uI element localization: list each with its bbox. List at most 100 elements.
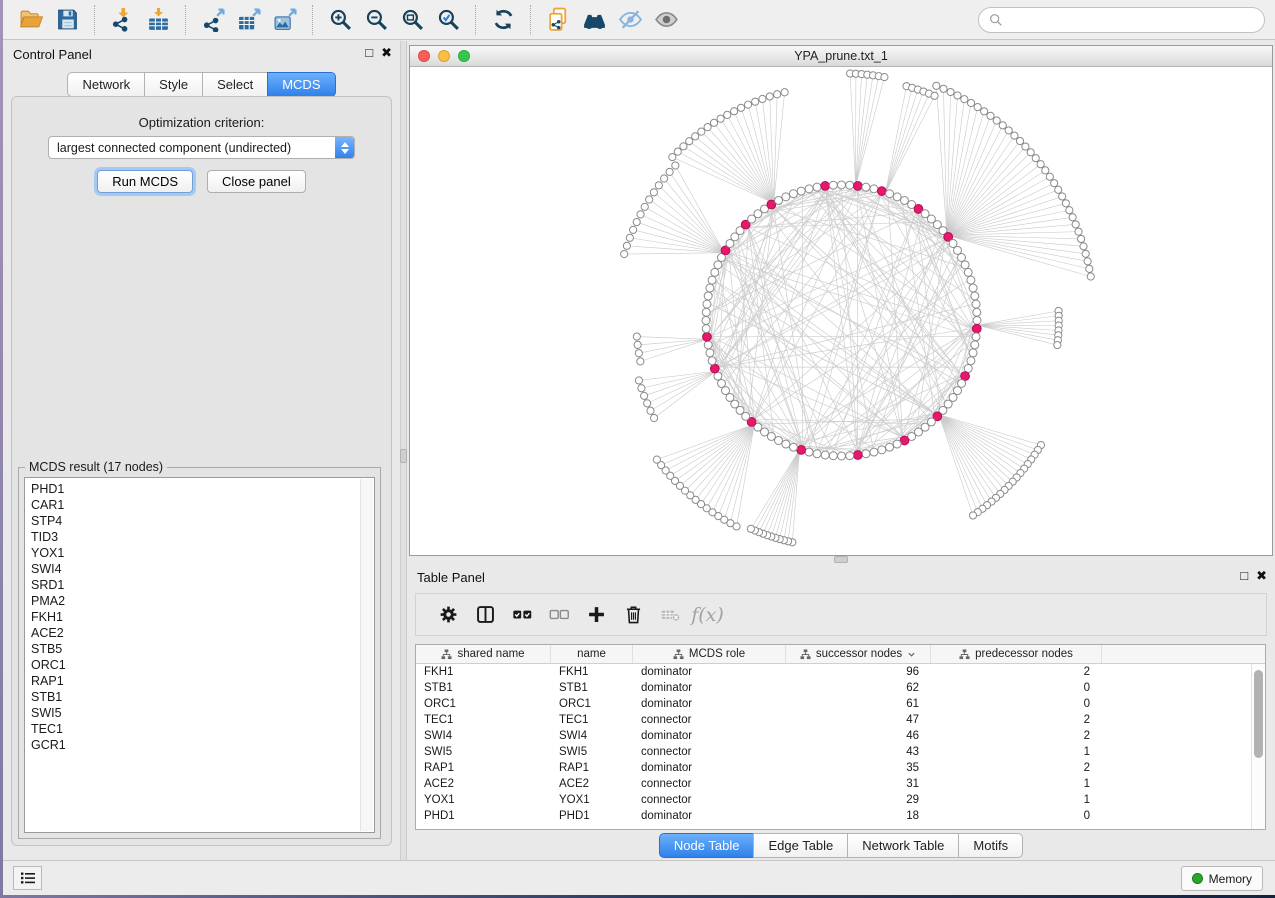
search-input[interactable] — [1009, 13, 1255, 27]
splitter-handle[interactable] — [400, 449, 407, 463]
close-icon[interactable]: ✖ — [381, 45, 392, 61]
save-button[interactable] — [49, 4, 85, 36]
mcds-result-item[interactable]: STB5 — [31, 641, 374, 657]
sort-chevron-icon[interactable] — [907, 650, 916, 659]
select-all-icon — [512, 604, 533, 625]
table-cell: TEC1 — [551, 714, 633, 726]
vertical-splitter[interactable] — [400, 41, 407, 860]
run-mcds-button[interactable]: Run MCDS — [97, 170, 193, 193]
mcds-result-item[interactable]: TEC1 — [31, 721, 374, 737]
mcds-result-item[interactable]: ORC1 — [31, 657, 374, 673]
import-network-button[interactable] — [104, 4, 140, 36]
column-header-shared-name[interactable]: shared name — [416, 645, 551, 663]
mcds-result-item[interactable]: PHD1 — [31, 481, 374, 497]
float-icon[interactable]: □ — [1240, 568, 1248, 584]
table-row[interactable]: ACE2ACE2connector311 — [416, 776, 1265, 792]
column-header-predecessor-nodes[interactable]: predecessor nodes — [931, 645, 1102, 663]
mcds-result-list[interactable]: PHD1CAR1STP4TID3YOX1SWI4SRD1PMA2FKH1ACE2… — [24, 477, 375, 833]
import-table-button[interactable] — [140, 4, 176, 36]
tab-style[interactable]: Style — [144, 72, 203, 97]
float-icon[interactable]: □ — [365, 45, 373, 61]
table-row[interactable]: STB1STB1dominator620 — [416, 680, 1265, 696]
table-disabled-button — [652, 598, 689, 632]
zoom-selected-button[interactable] — [430, 4, 466, 36]
task-history-button[interactable] — [13, 866, 42, 890]
tab-motifs[interactable]: Motifs — [958, 833, 1023, 858]
table-cell: dominator — [633, 682, 786, 694]
table-cell: PHD1 — [551, 810, 633, 822]
select-all-button[interactable] — [504, 598, 541, 632]
binoculars-button[interactable] — [576, 4, 612, 36]
criterion-select[interactable]: largest connected component (undirected) — [48, 136, 355, 159]
add-button[interactable] — [578, 598, 615, 632]
mcds-result-item[interactable]: STP4 — [31, 513, 374, 529]
tab-network[interactable]: Network — [67, 72, 145, 97]
export-table-button[interactable] — [231, 4, 267, 36]
delete-button[interactable] — [615, 598, 652, 632]
search-field[interactable] — [978, 7, 1265, 33]
tab-network-table[interactable]: Network Table — [847, 833, 959, 858]
network-canvas[interactable] — [410, 68, 1272, 555]
close-panel-button[interactable]: Close panel — [207, 170, 306, 193]
table-row[interactable]: PHD1PHD1dominator180 — [416, 808, 1265, 824]
mcds-result-item[interactable]: FKH1 — [31, 609, 374, 625]
tab-edge-table[interactable]: Edge Table — [753, 833, 848, 858]
mcds-result-item[interactable]: RAP1 — [31, 673, 374, 689]
horizontal-splitter[interactable] — [407, 556, 1275, 564]
open-folder-button[interactable] — [13, 4, 49, 36]
column-header-MCDS-role[interactable]: MCDS role — [633, 645, 786, 663]
tab-mcds[interactable]: MCDS — [267, 72, 335, 97]
tab-node-table[interactable]: Node Table — [659, 833, 755, 858]
mcds-result-item[interactable]: PMA2 — [31, 593, 374, 609]
table-row[interactable]: RAP1RAP1dominator352 — [416, 760, 1265, 776]
column-header-successor-nodes[interactable]: successor nodes — [786, 645, 931, 663]
mcds-result-item[interactable]: ACE2 — [31, 625, 374, 641]
tab-select[interactable]: Select — [202, 72, 268, 97]
mcds-result-item[interactable]: SWI5 — [31, 705, 374, 721]
mcds-result-item[interactable]: GCR1 — [31, 737, 374, 753]
table-cell: 31 — [786, 778, 931, 790]
mcds-result-item[interactable]: YOX1 — [31, 545, 374, 561]
columns-button[interactable] — [467, 598, 504, 632]
table-row[interactable]: YOX1YOX1connector291 — [416, 792, 1265, 808]
show-all-button[interactable] — [648, 4, 684, 36]
table-row[interactable]: TEC1TEC1connector472 — [416, 712, 1265, 728]
gear-button[interactable] — [430, 598, 467, 632]
table-row[interactable]: ORC1ORC1dominator610 — [416, 696, 1265, 712]
zoom-in-button[interactable] — [322, 4, 358, 36]
list-scrollbar-track[interactable] — [360, 479, 373, 831]
column-header-name[interactable]: name — [551, 645, 633, 663]
attribute-type-icon — [800, 649, 811, 660]
node-table[interactable]: shared namenameMCDS rolesuccessor nodesp… — [415, 644, 1266, 830]
open-folder-icon — [19, 7, 44, 32]
copy-share-button[interactable] — [540, 4, 576, 36]
table-cell: 61 — [786, 698, 931, 710]
close-icon[interactable]: ✖ — [1256, 568, 1267, 584]
splitter-handle[interactable] — [834, 556, 848, 563]
mcds-result-item[interactable]: SWI4 — [31, 561, 374, 577]
columns-icon — [475, 604, 496, 625]
mcds-result-item[interactable]: CAR1 — [31, 497, 374, 513]
workspace-area: YPA_prune.txt_1 Table Panel □ ✖ f(x) sha… — [407, 41, 1275, 860]
table-row[interactable]: SWI4SWI4dominator462 — [416, 728, 1265, 744]
deselect-all-button[interactable] — [541, 598, 578, 632]
zoom-out-button[interactable] — [358, 4, 394, 36]
toolbar-separator — [185, 5, 186, 35]
export-image-button[interactable] — [267, 4, 303, 36]
table-scrollbar[interactable] — [1251, 664, 1265, 829]
hide-selected-button[interactable] — [612, 4, 648, 36]
mcds-result-item[interactable]: SRD1 — [31, 577, 374, 593]
mcds-result-item[interactable]: STB1 — [31, 689, 374, 705]
scrollbar-thumb[interactable] — [1254, 670, 1263, 758]
zoom-fit-button[interactable] — [394, 4, 430, 36]
table-row[interactable]: SWI5SWI5connector431 — [416, 744, 1265, 760]
refresh-button[interactable] — [485, 4, 521, 36]
table-toolbar: f(x) — [415, 593, 1267, 636]
table-row[interactable]: FKH1FKH1dominator962 — [416, 664, 1265, 680]
save-icon — [55, 7, 80, 32]
memory-button[interactable]: Memory — [1181, 866, 1263, 891]
export-network-button[interactable] — [195, 4, 231, 36]
mcds-result-item[interactable]: TID3 — [31, 529, 374, 545]
table-cell: TEC1 — [416, 714, 551, 726]
network-graph[interactable] — [410, 68, 1272, 555]
